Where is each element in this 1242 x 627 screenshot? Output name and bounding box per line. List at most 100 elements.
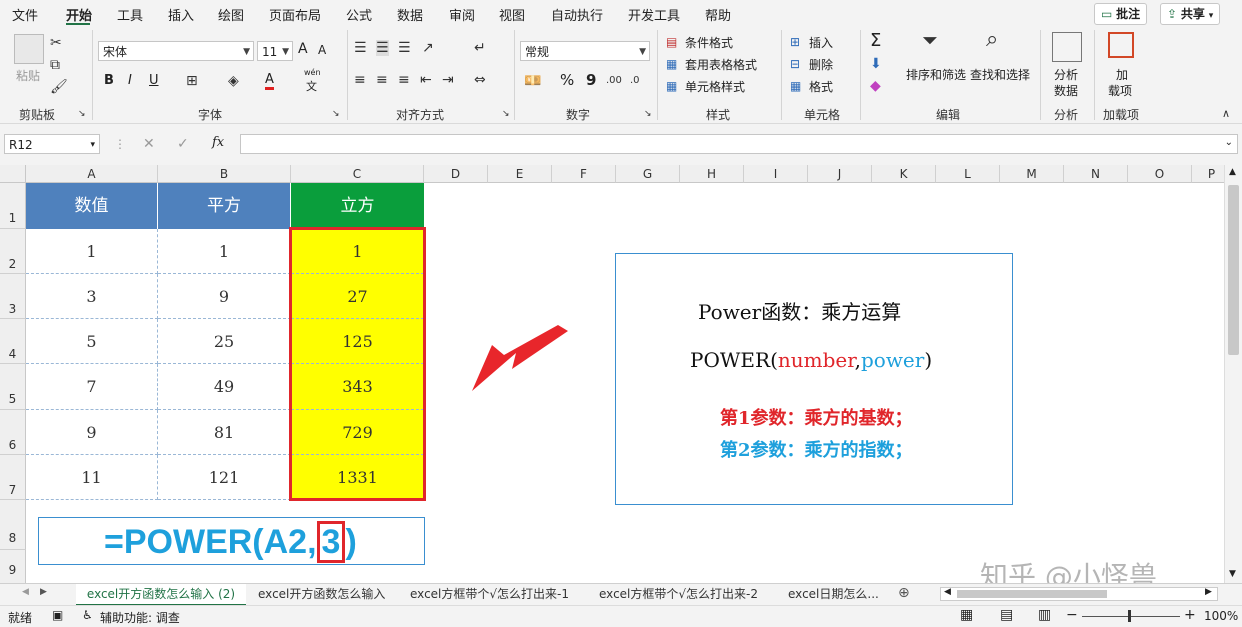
table-cell[interactable]: 27 <box>291 274 424 319</box>
table-cell[interactable]: 25 <box>158 319 291 364</box>
column-header-c[interactable]: C <box>291 165 424 183</box>
dialog-launcher-icon[interactable]: ↘ <box>78 106 86 122</box>
column-header-g[interactable]: G <box>616 165 680 183</box>
align-center-icon[interactable]: ≡ <box>376 72 388 88</box>
delete-cells-button[interactable]: 删除 <box>809 56 833 73</box>
dialog-launcher-icon[interactable]: ↘ <box>332 106 340 122</box>
addins-label-1[interactable]: 加 <box>1116 66 1128 83</box>
normal-view-icon[interactable]: ▦ <box>960 607 973 623</box>
fill-icon[interactable]: ⬇ <box>870 56 882 72</box>
column-header-b[interactable]: B <box>158 165 291 183</box>
table-cell[interactable]: 49 <box>158 364 291 410</box>
menu-draw[interactable]: 绘图 <box>218 5 244 24</box>
menu-view[interactable]: 视图 <box>499 5 525 24</box>
worksheet-grid[interactable]: A B C D E F G H I J K L M N O P 1 2 3 4 … <box>0 165 1224 583</box>
autosum-button[interactable]: Σ <box>870 30 881 51</box>
zoom-out-icon[interactable]: − <box>1066 607 1078 623</box>
accessibility-status[interactable]: 辅助功能: 调查 <box>100 609 180 626</box>
sheet-tab-active[interactable]: excel开方函数怎么输入 (2) <box>76 584 246 606</box>
horizontal-scrollbar[interactable]: ◀ ▶ <box>940 587 1218 601</box>
clear-icon[interactable]: ◆ <box>870 78 881 94</box>
dialog-launcher-icon[interactable]: ↘ <box>502 106 510 122</box>
select-all-corner[interactable] <box>0 165 26 183</box>
underline-button[interactable]: U <box>149 73 159 88</box>
increase-indent-icon[interactable]: ⇥ <box>442 72 454 88</box>
shrink-font-icon[interactable]: A <box>318 43 326 57</box>
menu-page-layout[interactable]: 页面布局 <box>269 5 321 24</box>
row-header-3[interactable]: 3 <box>0 274 26 319</box>
comma-style-button[interactable]: 9 <box>586 71 596 89</box>
row-header-4[interactable]: 4 <box>0 319 26 364</box>
border-icon[interactable]: ⊞ <box>186 73 198 89</box>
table-cell[interactable]: 3 <box>26 274 158 319</box>
zoom-level[interactable]: 100% <box>1204 609 1238 623</box>
sheet-tab[interactable]: excel开方函数怎么输入 <box>258 584 385 604</box>
menu-tools[interactable]: 工具 <box>117 5 143 24</box>
menu-data[interactable]: 数据 <box>397 5 423 24</box>
merge-center-icon[interactable]: ⇔ <box>474 72 486 88</box>
column-header-o[interactable]: O <box>1128 165 1192 183</box>
conditional-format-button[interactable]: 条件格式 <box>685 34 733 51</box>
font-name-select[interactable]: 宋体 ▼ <box>98 41 254 61</box>
table-cell[interactable]: 1 <box>291 229 424 274</box>
page-layout-view-icon[interactable]: ▤ <box>1000 607 1013 623</box>
add-sheet-icon[interactable]: ⊕ <box>898 585 910 601</box>
header-cell-cube[interactable]: 立方 <box>291 183 424 229</box>
column-header-j[interactable]: J <box>808 165 872 183</box>
menu-developer[interactable]: 开发工具 <box>628 5 680 24</box>
wrap-text-icon[interactable]: ↵ <box>474 40 486 56</box>
increase-decimal-icon[interactable]: .00 <box>606 73 622 89</box>
enter-icon[interactable]: ✓ <box>177 136 189 152</box>
orientation-icon[interactable]: ↗ <box>422 40 434 56</box>
cell-styles-button[interactable]: 单元格样式 <box>685 78 745 95</box>
scroll-left-icon[interactable]: ◀ <box>944 587 951 597</box>
table-cell[interactable]: 9 <box>26 410 158 455</box>
row-header-8[interactable]: 8 <box>0 500 26 550</box>
header-cell-square[interactable]: 平方 <box>158 183 291 229</box>
tab-scroll-right-icon[interactable]: ▶ <box>40 587 47 597</box>
insert-cells-button[interactable]: 插入 <box>809 34 833 51</box>
menu-insert[interactable]: 插入 <box>168 5 194 24</box>
collapse-ribbon-icon[interactable]: ∧ <box>1222 106 1230 122</box>
menu-home[interactable]: 开始 <box>66 5 92 24</box>
bold-button[interactable]: B <box>104 73 114 88</box>
align-left-icon[interactable]: ≡ <box>354 72 366 88</box>
page-break-view-icon[interactable]: ▥ <box>1038 607 1051 623</box>
table-cell[interactable]: 9 <box>158 274 291 319</box>
align-right-icon[interactable]: ≡ <box>398 72 410 88</box>
row-header-5[interactable]: 5 <box>0 364 26 410</box>
zoom-slider[interactable] <box>1082 616 1180 617</box>
expand-formula-icon[interactable]: ⌄ <box>1225 137 1233 148</box>
dialog-launcher-icon[interactable]: ↘ <box>644 106 652 122</box>
row-header-7[interactable]: 7 <box>0 455 26 500</box>
tab-scroll-left-icon[interactable]: ◀ <box>22 587 29 597</box>
header-cell-value[interactable]: 数值 <box>26 183 158 229</box>
scroll-up-icon[interactable]: ▲ <box>1229 167 1236 177</box>
row-header-2[interactable]: 2 <box>0 229 26 274</box>
column-header-e[interactable]: E <box>488 165 552 183</box>
column-header-d[interactable]: D <box>424 165 488 183</box>
sheet-tab[interactable]: excel日期怎么... <box>788 584 879 604</box>
column-header-n[interactable]: N <box>1064 165 1128 183</box>
table-cell[interactable]: 125 <box>291 319 424 364</box>
fill-color-icon[interactable]: ◈ <box>228 73 239 89</box>
menu-review[interactable]: 审阅 <box>449 5 475 24</box>
table-cell[interactable]: 729 <box>291 410 424 455</box>
zoom-slider-thumb[interactable] <box>1128 610 1131 622</box>
scroll-thumb[interactable] <box>957 590 1107 598</box>
column-header-a[interactable]: A <box>26 165 158 183</box>
zoom-in-icon[interactable]: + <box>1184 607 1196 623</box>
insert-function-button[interactable]: fx <box>212 135 224 150</box>
table-cell[interactable]: 1 <box>158 229 291 274</box>
formula-input[interactable]: ⌄ <box>240 134 1238 154</box>
row-header-6[interactable]: 6 <box>0 410 26 455</box>
phonetic-icon[interactable]: wén <box>304 68 321 77</box>
find-select-button[interactable]: 查找和选择 <box>970 66 1030 83</box>
menu-formulas[interactable]: 公式 <box>346 5 372 24</box>
table-cell[interactable]: 5 <box>26 319 158 364</box>
table-cell[interactable]: 1331 <box>291 455 424 500</box>
analyze-data-label-1[interactable]: 分析 <box>1054 66 1078 83</box>
analyze-data-label-2[interactable]: 数据 <box>1054 82 1078 99</box>
share-button[interactable]: ⇪ 共享 ▾ <box>1160 3 1221 25</box>
italic-button[interactable]: I <box>128 73 132 88</box>
